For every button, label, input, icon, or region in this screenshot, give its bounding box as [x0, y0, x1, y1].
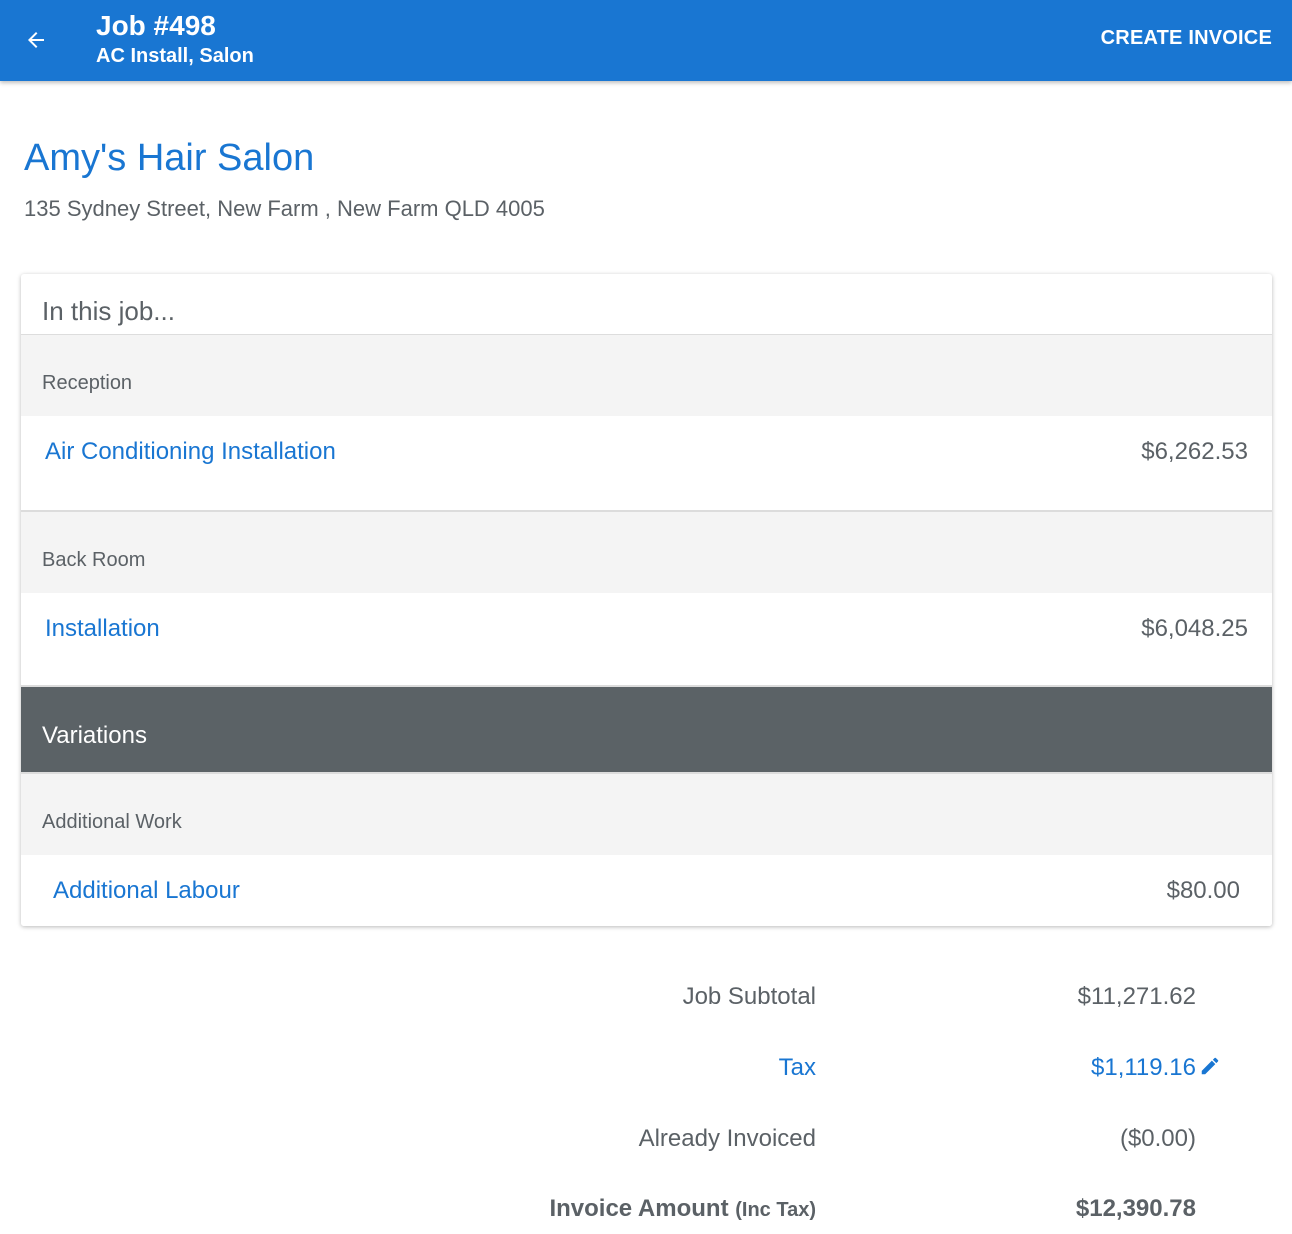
variations-header: Variations: [21, 687, 1272, 772]
already-invoiced-value: ($0.00): [1119, 1125, 1196, 1152]
job-subtotal-label: Job Subtotal: [682, 983, 816, 1010]
item-amount: $80.00: [1166, 877, 1240, 904]
tax-value[interactable]: $1,119.16: [1091, 1054, 1196, 1082]
invoice-amount-title: Invoice Amount: [549, 1195, 729, 1222]
group-header-additional-work: Additional Work: [21, 774, 1272, 855]
item-label-link[interactable]: Installation: [45, 615, 160, 643]
invoice-amount-suffix: (Inc Tax): [735, 1199, 816, 1221]
group-header-back-room: Back Room: [21, 512, 1272, 593]
variations-title: Variations: [42, 722, 147, 749]
invoice-amount-value: $12,390.78: [1075, 1195, 1196, 1222]
list-item: Installation $6,048.25: [21, 593, 1272, 685]
group-header-reception: Reception: [21, 335, 1272, 416]
item-amount: $6,048.25: [1141, 615, 1248, 642]
create-invoice-button[interactable]: CREATE INVOICE: [1101, 24, 1272, 52]
back-button[interactable]: [16, 20, 56, 60]
customer-address: 135 Sydney Street, New Farm , New Farm Q…: [24, 196, 545, 221]
group-name: Reception: [42, 372, 133, 394]
list-item: Air Conditioning Installation $6,262.53: [21, 416, 1272, 510]
job-title: Job #498: [96, 10, 216, 41]
pencil-icon[interactable]: [1199, 1055, 1221, 1077]
customer-name: Amy's Hair Salon: [24, 137, 315, 179]
invoice-amount-label: Invoice Amount (Inc Tax): [549, 1195, 816, 1224]
job-subtotal-value: $11,271.62: [1077, 983, 1196, 1010]
job-subtitle: AC Install, Salon: [96, 45, 254, 67]
arrow-left-icon: [28, 32, 44, 48]
group-name: Additional Work: [42, 811, 182, 833]
group-name: Back Room: [42, 549, 146, 571]
app-bar: Job #498 AC Install, Salon CREATE INVOIC…: [0, 0, 1292, 81]
tax-link[interactable]: Tax: [779, 1054, 816, 1082]
item-amount: $6,262.53: [1141, 438, 1248, 465]
item-label-link[interactable]: Additional Labour: [53, 877, 240, 905]
card-header-title: In this job...: [42, 296, 175, 326]
item-label-link[interactable]: Air Conditioning Installation: [45, 438, 336, 466]
card-header: In this job...: [21, 274, 1272, 335]
already-invoiced-label: Already Invoiced: [638, 1125, 816, 1152]
list-item: Additional Labour $80.00: [21, 855, 1272, 926]
job-items-card: In this job... Reception Air Conditionin…: [21, 274, 1272, 926]
